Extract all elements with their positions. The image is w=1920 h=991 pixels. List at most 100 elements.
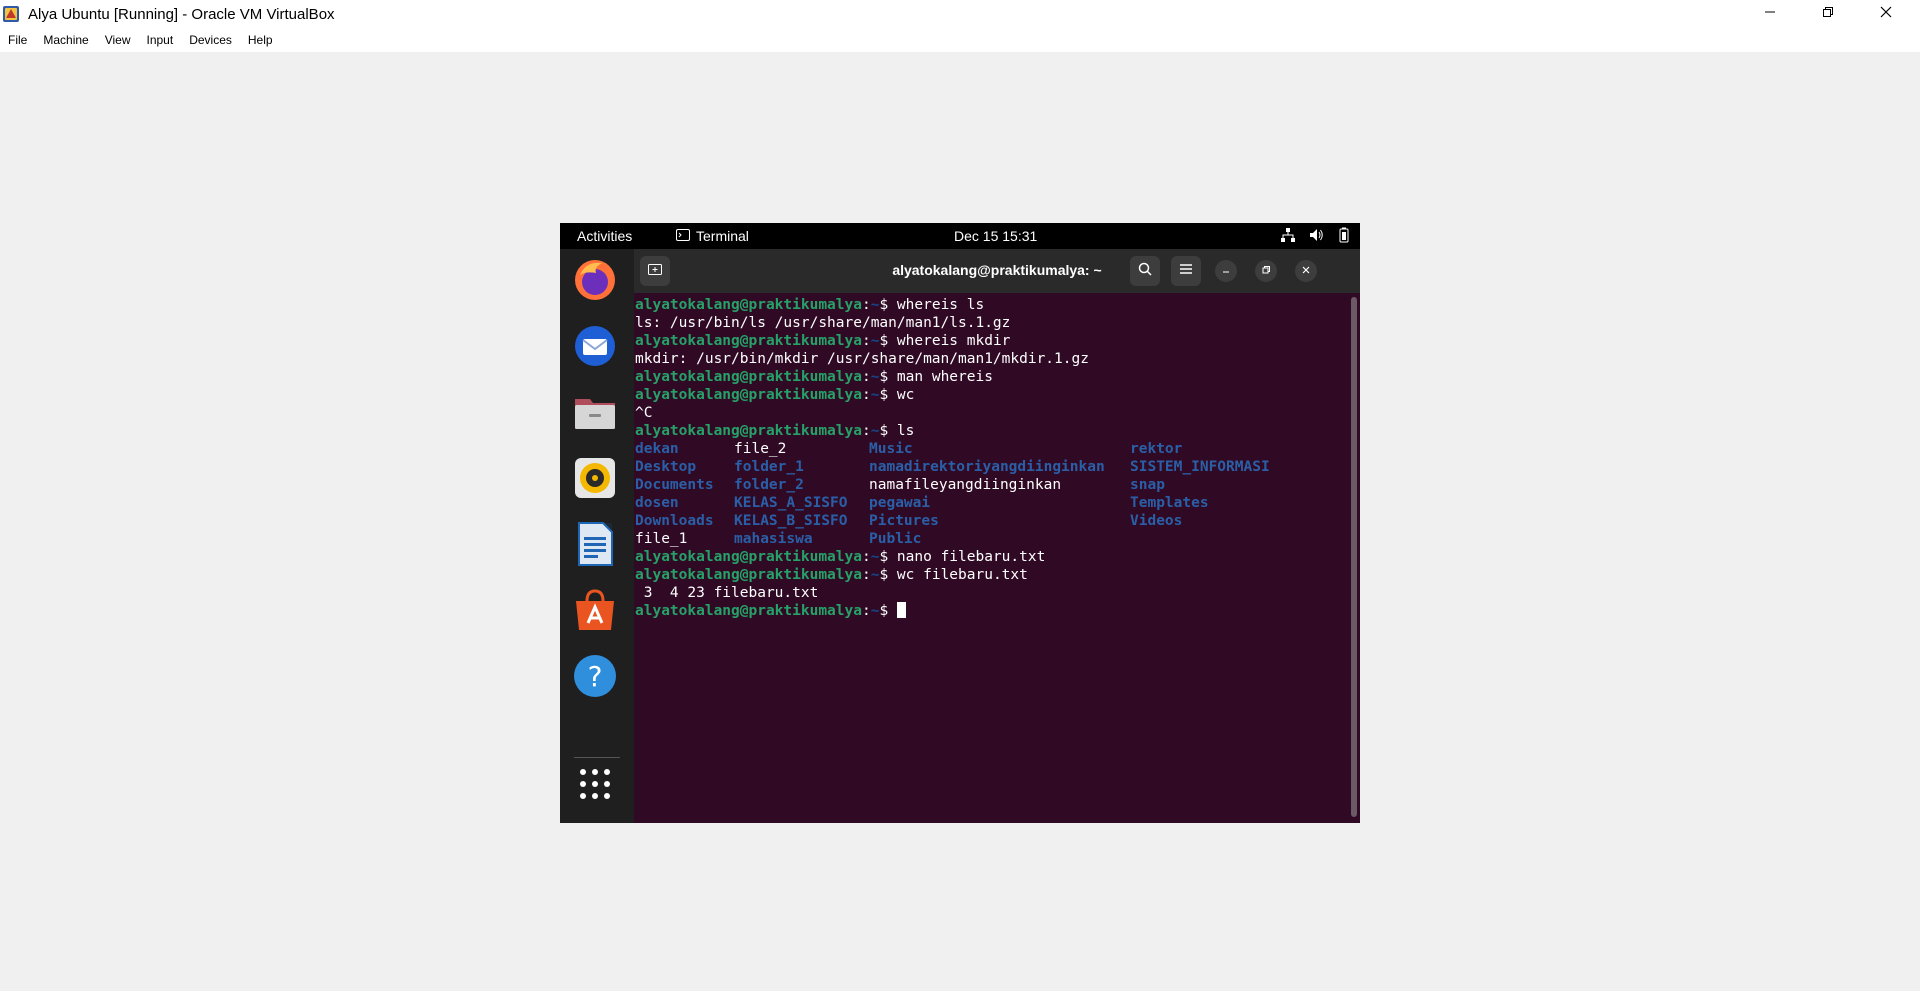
ls-entry-directory: dosen bbox=[635, 495, 679, 511]
command-text: ls bbox=[896, 423, 915, 439]
prompt-colon: : bbox=[861, 549, 871, 565]
terminal-icon bbox=[676, 228, 696, 244]
virtualbox-icon bbox=[2, 5, 20, 23]
dock-libreoffice-writer[interactable] bbox=[570, 521, 620, 571]
ls-entry-directory: Public bbox=[869, 531, 922, 547]
text-cursor bbox=[896, 602, 906, 618]
prompt-colon: : bbox=[861, 297, 871, 313]
system-status-area[interactable] bbox=[1280, 227, 1352, 246]
ls-entry-directory: Music bbox=[869, 441, 913, 457]
close-icon bbox=[1301, 262, 1311, 280]
dock-app-center[interactable] bbox=[570, 587, 620, 637]
ls-entry-directory: pegawai bbox=[869, 495, 931, 511]
ls-entry-directory: KELAS_A_SISFO bbox=[734, 495, 848, 511]
terminal-window: alyatokalang@praktikumalya: ~ alyatokala… bbox=[634, 249, 1360, 823]
search-button[interactable] bbox=[1130, 256, 1160, 286]
search-icon bbox=[1138, 262, 1152, 281]
ls-column-4: rektor SISTEM_INFORMASI snap Templates V… bbox=[1130, 440, 1270, 530]
dock-help[interactable]: ? bbox=[570, 653, 620, 703]
minimize-icon bbox=[1764, 5, 1776, 23]
terminal-line: alyatokalang@praktikumalya:~$ ls bbox=[635, 422, 1343, 440]
window-title: Alya Ubuntu [Running] - Oracle VM Virtua… bbox=[28, 6, 335, 23]
command-text: whereis ls bbox=[896, 297, 985, 313]
terminal-output[interactable]: alyatokalang@praktikumalya:~$ whereis ls… bbox=[635, 293, 1343, 823]
dock-show-apps[interactable] bbox=[570, 761, 620, 811]
app-menu-label: Terminal bbox=[696, 228, 749, 244]
ls-entry-file: namafileyangdiinginkan bbox=[869, 477, 1062, 493]
terminal-line: alyatokalang@praktikumalya:~$ whereis mk… bbox=[635, 332, 1343, 350]
menu-input[interactable]: Input bbox=[139, 33, 182, 47]
thunderbird-icon bbox=[572, 323, 618, 374]
ls-entry-directory: rektor bbox=[1130, 441, 1183, 457]
ls-column-1: dekan Desktop Documents dosen Downloads … bbox=[635, 440, 714, 548]
terminal-line: alyatokalang@praktikumalya:~$ man wherei… bbox=[635, 368, 1343, 386]
command-text: wc filebaru.txt bbox=[896, 567, 1028, 583]
ubuntu-topbar: Activities Terminal Dec 15 15:31 bbox=[560, 223, 1360, 249]
volume-icon bbox=[1308, 227, 1324, 246]
menu-view[interactable]: View bbox=[97, 33, 139, 47]
ls-entry-directory: KELAS_B_SISFO bbox=[734, 513, 848, 529]
terminal-line-active[interactable]: alyatokalang@praktikumalya:~$ bbox=[635, 602, 1343, 620]
prompt-user: alyatokalang@praktikumalya bbox=[635, 603, 862, 619]
prompt-colon: : bbox=[861, 603, 871, 619]
menu-help[interactable]: Help bbox=[240, 33, 281, 47]
prompt-user: alyatokalang@praktikumalya bbox=[635, 369, 862, 385]
dock-firefox[interactable] bbox=[570, 257, 620, 307]
command-text: man whereis bbox=[896, 369, 993, 385]
prompt-colon: : bbox=[861, 369, 871, 385]
ls-column-2: file_2 folder_1 folder_2 KELAS_A_SISFO K… bbox=[734, 440, 848, 548]
svg-text:?: ? bbox=[588, 660, 603, 693]
dock-rhythmbox[interactable] bbox=[570, 455, 620, 505]
ls-entry-directory: snap bbox=[1130, 477, 1165, 493]
dock-separator bbox=[574, 757, 620, 758]
prompt-user: alyatokalang@praktikumalya bbox=[635, 333, 862, 349]
libreoffice-writer-icon bbox=[572, 521, 618, 572]
menu-machine[interactable]: Machine bbox=[35, 33, 96, 47]
restore-icon bbox=[1822, 5, 1834, 23]
terminal-line: alyatokalang@praktikumalya:~$ whereis ls bbox=[635, 296, 1343, 314]
prompt-user: alyatokalang@praktikumalya bbox=[635, 567, 862, 583]
prompt-colon: : bbox=[861, 387, 871, 403]
terminal-close-button[interactable] bbox=[1295, 260, 1317, 282]
files-icon bbox=[572, 389, 618, 440]
menu-devices[interactable]: Devices bbox=[181, 33, 240, 47]
ubuntu-dock: ? bbox=[560, 249, 634, 823]
rhythmbox-icon bbox=[572, 455, 618, 506]
dock-files[interactable] bbox=[570, 389, 620, 439]
prompt-colon: : bbox=[861, 333, 871, 349]
ls-entry-directory: Videos bbox=[1130, 513, 1183, 529]
minimize-icon bbox=[1221, 262, 1231, 280]
ls-entry-file: file_2 bbox=[734, 441, 787, 457]
output-line: ls: /usr/bin/ls /usr/share/man/man1/ls.1… bbox=[635, 315, 1011, 331]
output-line: 3 4 23 filebaru.txt bbox=[635, 585, 819, 601]
close-button[interactable] bbox=[1857, 0, 1915, 28]
vm-display[interactable]: Activities Terminal Dec 15 15:31 ? alyat… bbox=[560, 223, 1360, 823]
terminal-restore-button[interactable] bbox=[1255, 260, 1277, 282]
dock-thunderbird[interactable] bbox=[570, 323, 620, 373]
menu-button[interactable] bbox=[1171, 256, 1201, 286]
terminal-scrollbar[interactable] bbox=[1351, 297, 1357, 817]
grid-icon bbox=[578, 767, 612, 806]
ls-entry-file: file_1 bbox=[635, 531, 688, 547]
terminal-line: alyatokalang@praktikumalya:~$ nano fileb… bbox=[635, 548, 1343, 566]
clock[interactable]: Dec 15 15:31 bbox=[954, 228, 1037, 244]
app-menu-terminal[interactable]: Terminal bbox=[676, 228, 749, 244]
terminal-minimize-button[interactable] bbox=[1215, 260, 1237, 282]
network-icon bbox=[1280, 227, 1296, 246]
help-icon: ? bbox=[572, 653, 618, 704]
prompt-suffix: $ bbox=[879, 297, 897, 313]
ls-entry-directory: folder_2 bbox=[734, 477, 804, 493]
restore-button[interactable] bbox=[1799, 0, 1857, 28]
prompt-user: alyatokalang@praktikumalya bbox=[635, 423, 862, 439]
ls-column-3: Music namadirektoriyangdiinginkan namafi… bbox=[869, 440, 1105, 548]
activities-button[interactable]: Activities bbox=[577, 228, 632, 244]
menu-file[interactable]: File bbox=[0, 33, 35, 47]
ls-entry-directory: SISTEM_INFORMASI bbox=[1130, 459, 1270, 475]
prompt-suffix: $ bbox=[879, 567, 897, 583]
prompt-suffix: $ bbox=[879, 369, 897, 385]
prompt-suffix: $ bbox=[879, 387, 897, 403]
terminal-line: alyatokalang@praktikumalya:~$ wc filebar… bbox=[635, 566, 1343, 584]
terminal-line: alyatokalang@praktikumalya:~$ wc bbox=[635, 386, 1343, 404]
command-text: whereis mkdir bbox=[896, 333, 1011, 349]
minimize-button[interactable] bbox=[1741, 0, 1799, 28]
